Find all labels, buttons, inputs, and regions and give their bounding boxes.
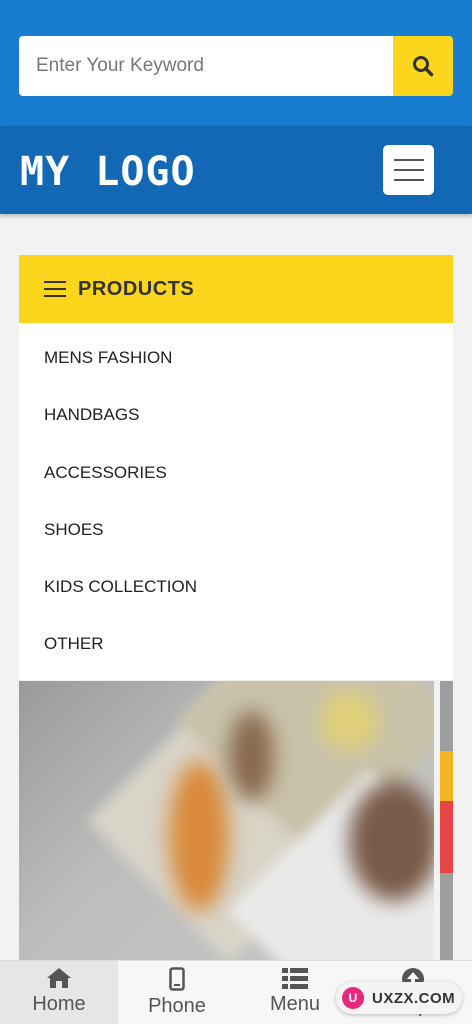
menu-button[interactable] [383,145,434,195]
product-category-item[interactable]: KIDS COLLECTION [19,558,453,615]
watermark-badge: U UXZX.COM [336,982,462,1014]
nav-menu-label: Menu [269,993,321,1015]
phone-icon [169,967,185,991]
watermark-logo-icon: U [342,987,364,1009]
product-category-item[interactable]: ACCESSORIES [19,444,453,501]
search-button[interactable] [393,36,453,96]
list-icon [282,968,308,989]
search-input[interactable] [19,36,393,96]
products-title: PRODUCTS [78,277,195,300]
product-category-item[interactable]: MENS FASHION [19,329,453,386]
product-category-item[interactable]: SHOES [19,501,453,558]
nav-phone[interactable]: Phone [118,961,236,1024]
search-bar [0,0,472,126]
logo[interactable]: MY LOGO [20,148,196,196]
products-header[interactable]: PRODUCTS [19,255,453,323]
products-panel: PRODUCTS MENS FASHION HANDBAGS ACCESSORI… [19,255,453,680]
home-icon [47,968,71,988]
list-icon [44,281,66,297]
hamburger-icon [393,159,424,161]
nav-home[interactable]: Home [0,961,118,1024]
scroll-indicator-red [440,801,453,873]
banner-image[interactable] [19,681,434,960]
product-category-item[interactable]: OTHER [19,615,453,672]
nav-phone-label: Phone [148,995,206,1017]
search-icon [413,56,434,77]
watermark-text: UXZX.COM [372,989,456,1007]
product-category-item[interactable]: HANDBAGS [19,386,453,443]
products-list: MENS FASHION HANDBAGS ACCESSORIES SHOES … [19,323,453,680]
header: MY LOGO [0,126,472,214]
scroll-indicator-yellow [440,751,453,801]
nav-home-label: Home [32,993,86,1015]
